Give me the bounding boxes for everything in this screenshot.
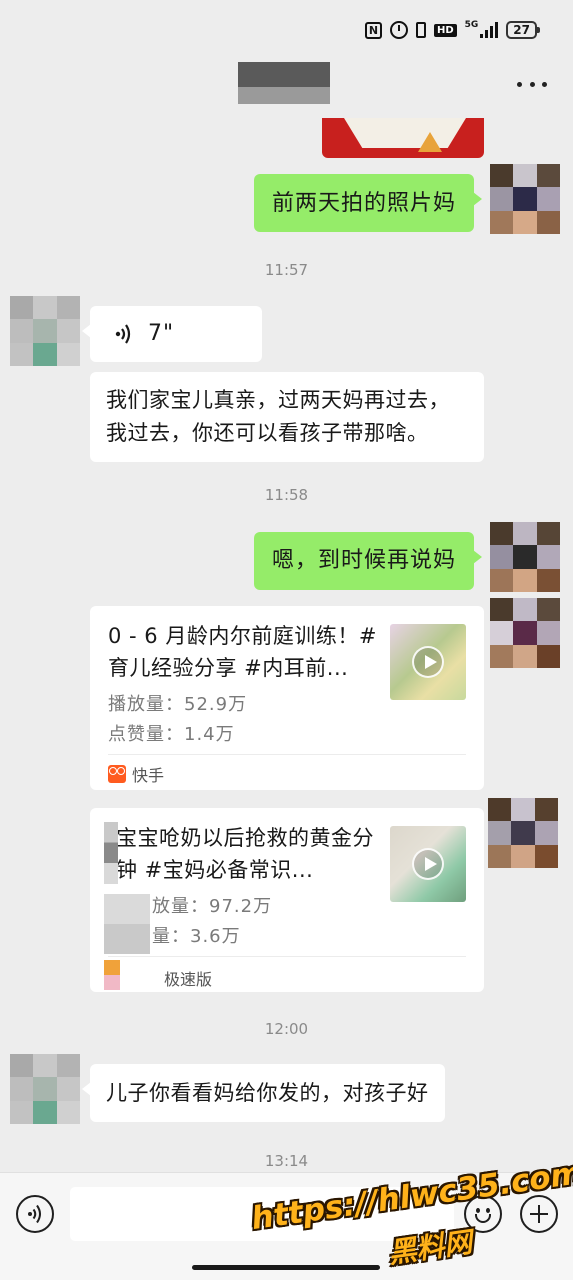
message-text: 前两天拍的照片妈 xyxy=(272,191,457,216)
card-source-label: 快手 xyxy=(132,766,165,785)
message-input[interactable] xyxy=(70,1187,454,1241)
chat-title-redacted xyxy=(238,62,330,104)
card-divider xyxy=(108,754,466,755)
voice-wave-icon xyxy=(115,324,131,344)
timestamp: 11:57 xyxy=(264,261,309,279)
timestamp: 11:58 xyxy=(264,486,309,504)
mosaic-redaction xyxy=(104,822,118,884)
message-text: 儿子你看看妈给你发的，对孩子好 xyxy=(106,1081,429,1105)
more-dots-icon[interactable] xyxy=(517,74,547,94)
contact-avatar[interactable] xyxy=(10,1054,80,1124)
video-thumbnail[interactable] xyxy=(390,826,466,902)
outgoing-message[interactable]: 前两天拍的照片妈 xyxy=(254,174,483,232)
voice-message[interactable]: 7" xyxy=(82,306,262,362)
image-message[interactable] xyxy=(322,118,484,158)
contact-avatar[interactable] xyxy=(10,296,80,366)
card-like-count: 点赞量：1.4万 xyxy=(108,724,235,745)
card-source-label: 极速版 xyxy=(164,970,213,989)
voice-duration: 7" xyxy=(148,321,175,346)
alarm-icon xyxy=(389,21,408,39)
outgoing-message[interactable]: 嗯，到时候再说妈 xyxy=(254,532,483,590)
play-icon xyxy=(412,848,444,880)
voice-input-button[interactable] xyxy=(16,1195,54,1233)
message-list[interactable]: 前两天拍的照片妈 11:57 7" 我们家宝儿真亲，过两天妈再过去， 我过去，你… xyxy=(0,118,573,1172)
nfc-icon: N xyxy=(364,21,382,39)
video-thumbnail[interactable] xyxy=(390,624,466,700)
card-play-count: 放量：97.2万 xyxy=(152,896,273,917)
smile-icon xyxy=(475,1214,491,1223)
card-divider xyxy=(108,956,466,957)
kuaishou-logo-icon xyxy=(108,765,126,783)
card-like-count: 量：3.6万 xyxy=(152,926,241,947)
card-play-count: 播放量：52.9万 xyxy=(108,694,248,715)
my-avatar[interactable] xyxy=(488,798,558,868)
vibrate-icon xyxy=(415,22,426,38)
video-link-card[interactable]: 宝宝呛奶以后抢救的黄金分钟 #宝妈必备常识... 放量：97.2万 量：3.6万… xyxy=(90,808,484,992)
card-title: 0 - 6 月龄内尔前庭训练！#育儿经验分享 #内耳前... xyxy=(108,624,377,680)
card-source: 快手 xyxy=(108,762,164,786)
incoming-message[interactable]: 我们家宝儿真亲，过两天妈再过去， 我过去，你还可以看孩子带那啥。 xyxy=(90,372,484,462)
card-source: 极速版 xyxy=(164,966,212,990)
chat-title-bar xyxy=(0,56,573,118)
input-bar xyxy=(0,1172,573,1280)
status-bar: N HD 5G 27 xyxy=(0,0,573,56)
timestamp: 12:00 xyxy=(264,1020,309,1038)
emoji-button[interactable] xyxy=(464,1195,502,1233)
incoming-message[interactable]: 儿子你看看妈给你发的，对孩子好 xyxy=(82,1064,445,1122)
my-avatar[interactable] xyxy=(490,598,560,668)
mosaic-redaction xyxy=(104,894,150,954)
video-link-card[interactable]: 0 - 6 月龄内尔前庭训练！#育儿经验分享 #内耳前... 播放量：52.9万… xyxy=(90,606,484,790)
card-title: 宝宝呛奶以后抢救的黄金分钟 #宝妈必备常识... xyxy=(116,826,374,882)
home-indicator xyxy=(192,1265,380,1270)
voice-wave-icon xyxy=(28,1204,41,1224)
message-text-line: 我过去，你还可以看孩子带那啥。 xyxy=(106,421,429,445)
battery-level: 27 xyxy=(506,21,540,39)
my-avatar[interactable] xyxy=(490,522,560,592)
hd-icon: HD xyxy=(433,23,457,37)
mosaic-redaction xyxy=(104,960,120,990)
play-icon xyxy=(412,646,444,678)
signal-icon xyxy=(480,22,499,38)
message-text: 嗯，到时候再说妈 xyxy=(272,548,457,573)
more-functions-button[interactable] xyxy=(520,1195,558,1233)
network-type: 5G xyxy=(464,20,479,30)
timestamp: 13:14 xyxy=(264,1152,309,1170)
my-avatar[interactable] xyxy=(490,164,560,234)
message-text-line: 我们家宝儿真亲，过两天妈再过去， xyxy=(106,388,450,412)
